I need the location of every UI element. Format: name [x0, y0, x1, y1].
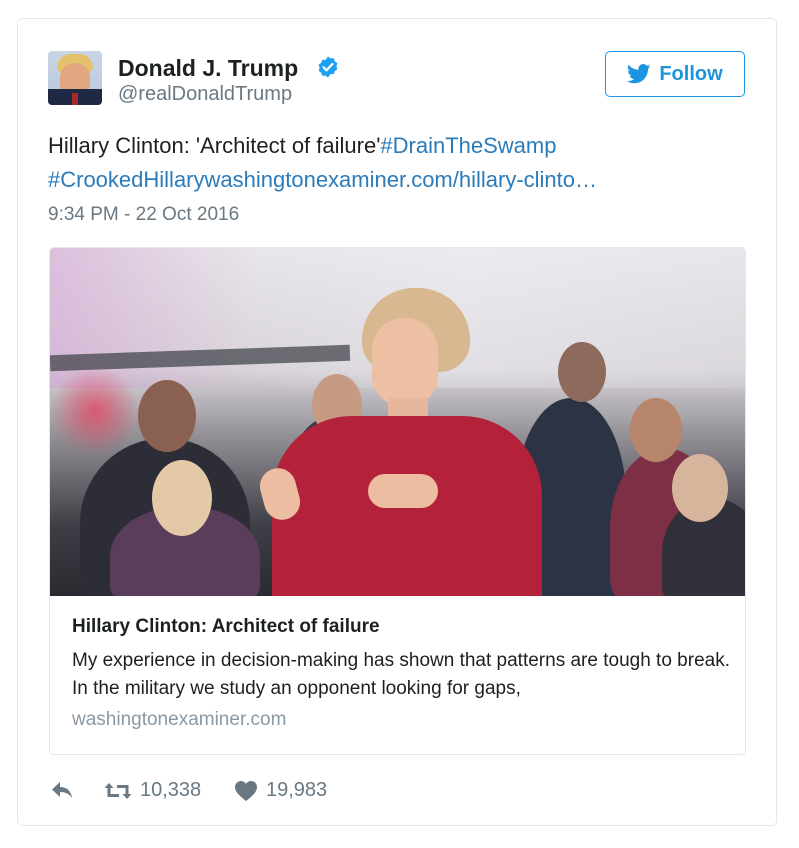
tweet-text: Hillary Clinton: 'Architect of failure'#… [48, 129, 738, 197]
retweet-count: 10,338 [140, 779, 202, 801]
hashtag-link-drain[interactable]: #DrainTheSwamp [380, 133, 556, 158]
tweet-actions: 10,338 19,983 [48, 779, 448, 809]
like-button[interactable]: 19,983 [234, 779, 327, 802]
retweet-icon [104, 782, 132, 799]
photo-red-light [50, 366, 140, 456]
card-domain: washingtonexaminer.com [72, 709, 287, 730]
tweet-timestamp[interactable]: 9:34 PM - 22 Oct 2016 [48, 204, 239, 226]
follow-label: Follow [659, 62, 723, 85]
twitter-bird-icon [627, 64, 651, 84]
like-count: 19,983 [266, 779, 328, 801]
avatar[interactable] [48, 51, 102, 105]
photo-audience-head [630, 398, 682, 462]
card-description: My experience in decision-making has sho… [72, 650, 730, 699]
author-name[interactable]: Donald J. Trump [118, 55, 298, 82]
photo-audience-head [672, 454, 728, 522]
verified-badge-icon [318, 56, 338, 78]
photo-audience-head [558, 342, 606, 402]
photo-audience-head [138, 380, 196, 452]
tweet-text-plain: Hillary Clinton: 'Architect of failure' [48, 133, 381, 158]
hashtag-link-crooked[interactable]: #CrookedHillary [48, 167, 205, 192]
photo-audience-head [152, 460, 212, 536]
article-url-link[interactable]: washingtonexaminer.com/hillary-clinto… [205, 167, 598, 192]
reply-button[interactable] [50, 779, 74, 801]
follow-button[interactable]: Follow [605, 51, 745, 97]
author-handle[interactable]: @realDonaldTrump [118, 83, 292, 106]
avatar-tie [72, 93, 78, 105]
photo-speaker-face [372, 318, 438, 406]
link-preview-card[interactable]: Hillary Clinton: Architect of failure My… [49, 247, 746, 755]
retweet-button[interactable]: 10,338 [104, 779, 201, 802]
reply-icon [52, 782, 72, 798]
tweet-card: Donald J. Trump @realDonaldTrump Follow … [17, 18, 777, 826]
heart-icon [235, 780, 257, 801]
card-title[interactable]: Hillary Clinton: Architect of failure [72, 616, 732, 638]
card-body: Hillary Clinton: Architect of failure My… [72, 608, 732, 731]
card-photo [50, 248, 745, 596]
photo-speaker-hand [368, 474, 438, 508]
